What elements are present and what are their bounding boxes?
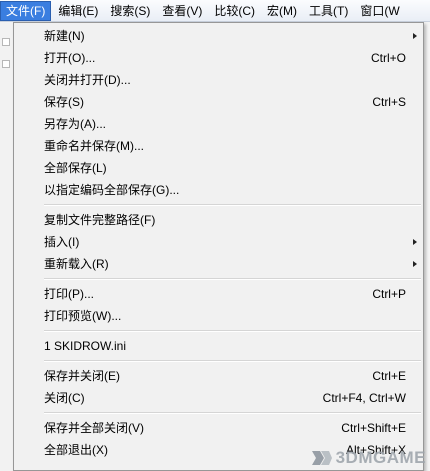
menu-item-label: 打开(O)... bbox=[44, 51, 96, 65]
menu-item-label: 保存(S) bbox=[44, 95, 84, 109]
menu-item[interactable]: 打开(O)... Ctrl+O bbox=[14, 47, 423, 69]
menu-item-label: 复制文件完整路径(F) bbox=[44, 213, 156, 227]
menu-item-label: 1 SKIDROW.ini bbox=[44, 339, 127, 353]
menu-separator bbox=[44, 330, 421, 332]
menu-separator bbox=[44, 360, 421, 362]
menu-item[interactable]: 复制文件完整路径(F) bbox=[14, 209, 423, 231]
submenu-arrow-icon bbox=[413, 33, 417, 39]
gutter-marker bbox=[2, 38, 10, 46]
menu-item-label: 保存并关闭(E) bbox=[44, 369, 120, 383]
menubar-item[interactable]: 窗口(W bbox=[355, 1, 404, 21]
menu-item-label: 关闭(C) bbox=[44, 391, 85, 405]
menu-item-shortcut: Ctrl+E bbox=[372, 369, 406, 383]
menubar-item[interactable]: 搜索(S) bbox=[105, 1, 155, 21]
menu-item-label: 以指定编码全部保存(G)... bbox=[44, 183, 180, 197]
menu-separator bbox=[44, 412, 421, 414]
menu-item[interactable]: 1 SKIDROW.ini bbox=[14, 335, 423, 357]
menu-item-shortcut: Ctrl+P bbox=[372, 287, 406, 301]
menubar-item[interactable]: 比较(C) bbox=[209, 1, 260, 21]
menu-item-label: 关闭并打开(D)... bbox=[44, 73, 131, 87]
menubar-item[interactable]: 宏(M) bbox=[262, 1, 302, 21]
menu-item[interactable]: 保存并关闭(E) Ctrl+E bbox=[14, 365, 423, 387]
submenu-arrow-icon bbox=[413, 239, 417, 245]
menu-item-label: 全部保存(L) bbox=[44, 161, 107, 175]
menu-item[interactable]: 以指定编码全部保存(G)... bbox=[14, 179, 423, 201]
menu-item[interactable]: 关闭(C) Ctrl+F4, Ctrl+W bbox=[14, 387, 423, 409]
menu-item[interactable]: 新建(N) bbox=[14, 25, 423, 47]
watermark-text: 3DMGAME bbox=[335, 448, 426, 467]
menu-item[interactable]: 重命名并保存(M)... bbox=[14, 135, 423, 157]
menu-item[interactable]: 另存为(A)... bbox=[14, 113, 423, 135]
menu-item-label: 保存并全部关闭(V) bbox=[44, 421, 144, 435]
menu-item-label: 另存为(A)... bbox=[44, 117, 106, 131]
menu-item[interactable]: 打印(P)... Ctrl+P bbox=[14, 283, 423, 305]
menu-item-label: 插入(I) bbox=[44, 235, 80, 249]
menu-item[interactable]: 插入(I) bbox=[14, 231, 423, 253]
menu-separator bbox=[44, 278, 421, 280]
menubar-item[interactable]: 工具(T) bbox=[304, 1, 353, 21]
menu-item-label: 重新载入(R) bbox=[44, 257, 109, 271]
menu-item[interactable]: 保存(S) Ctrl+S bbox=[14, 91, 423, 113]
watermark: 3DMGAME bbox=[311, 447, 426, 469]
menu-separator bbox=[44, 204, 421, 206]
watermark-logo-icon bbox=[311, 451, 332, 465]
menu-item-label: 打印(P)... bbox=[44, 287, 94, 301]
menu-item[interactable]: 全部保存(L) bbox=[14, 157, 423, 179]
menu-bar: 文件(F) 编辑(E) 搜索(S) 查看(V) 比较(C) 宏(M) 工具(T) 窗口(W bbox=[0, 0, 430, 22]
menu-item-shortcut: Ctrl+S bbox=[372, 95, 406, 109]
menu-item-label: 全部退出(X) bbox=[44, 443, 108, 457]
menu-item-label: 打印预览(W)... bbox=[44, 309, 122, 323]
menu-item-label: 重命名并保存(M)... bbox=[44, 139, 144, 153]
menu-item-shortcut: Ctrl+F4, Ctrl+W bbox=[322, 391, 406, 405]
editor-background bbox=[424, 22, 430, 471]
menu-item[interactable]: 关闭并打开(D)... bbox=[14, 69, 423, 91]
submenu-arrow-icon bbox=[413, 261, 417, 267]
editor-gutter bbox=[0, 22, 14, 471]
menu-item-label: 新建(N) bbox=[44, 29, 85, 43]
menu-item[interactable]: 打印预览(W)... bbox=[14, 305, 423, 327]
menubar-item[interactable]: 查看(V) bbox=[157, 1, 207, 21]
gutter-marker bbox=[2, 60, 10, 68]
file-menu-dropdown: 新建(N) 打开(O)... Ctrl+O 关闭并打开(D)... 保存(S) Ctrl+… bbox=[13, 22, 424, 471]
menu-item-shortcut: Ctrl+Shift+E bbox=[341, 421, 406, 435]
menu-item[interactable]: 重新载入(R) bbox=[14, 253, 423, 275]
menubar-item[interactable]: 文件(F) bbox=[0, 0, 52, 21]
menu-item-shortcut: Ctrl+O bbox=[370, 51, 406, 65]
menu-item[interactable]: 保存并全部关闭(V) Ctrl+Shift+E bbox=[14, 417, 423, 439]
menubar-item[interactable]: 编辑(E) bbox=[53, 1, 103, 21]
